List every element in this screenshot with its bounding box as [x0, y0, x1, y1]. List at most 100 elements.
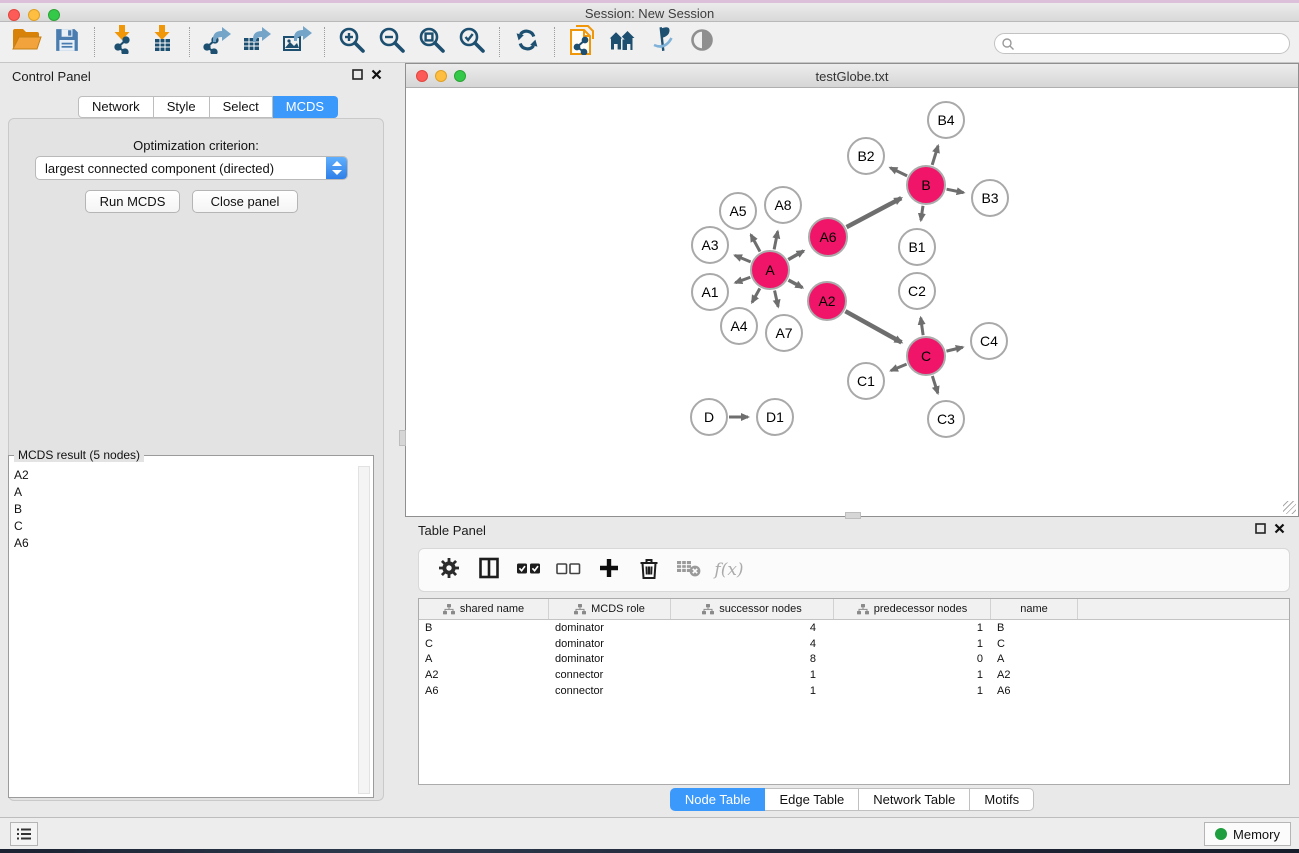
- graph-node-A2[interactable]: A2: [807, 281, 847, 321]
- cell[interactable]: A: [991, 653, 1078, 665]
- close-table-panel-icon[interactable]: [1274, 523, 1285, 534]
- columns-button[interactable]: [471, 553, 507, 587]
- graph-node-B4[interactable]: B4: [927, 101, 965, 139]
- mcds-result-item[interactable]: A: [10, 483, 354, 500]
- task-history-button[interactable]: [10, 822, 38, 846]
- zoom-selected-button[interactable]: [452, 25, 492, 59]
- mcds-result-item[interactable]: C: [10, 517, 354, 534]
- export-image-button[interactable]: [277, 25, 317, 59]
- network-window-titlebar[interactable]: testGlobe.txt: [406, 64, 1298, 88]
- window-resize-grip[interactable]: [1283, 501, 1296, 514]
- graph-node-C2[interactable]: C2: [898, 272, 936, 310]
- cell[interactable]: A2: [991, 669, 1078, 681]
- cell[interactable]: dominator: [549, 638, 671, 650]
- delete-button[interactable]: [631, 553, 667, 587]
- graph-node-B[interactable]: B: [906, 165, 946, 205]
- graph-node-C4[interactable]: C4: [970, 322, 1008, 360]
- graph-node-A8[interactable]: A8: [764, 186, 802, 224]
- cell[interactable]: 8: [671, 653, 834, 665]
- cell[interactable]: 1: [834, 622, 991, 634]
- graph-node-A6[interactable]: A6: [808, 217, 848, 257]
- search-input[interactable]: [1015, 35, 1289, 52]
- graph-node-D1[interactable]: D1: [756, 398, 794, 436]
- deselect-all-button[interactable]: [551, 553, 587, 587]
- graph-node-C[interactable]: C: [906, 336, 946, 376]
- cell[interactable]: 1: [834, 669, 991, 681]
- column-header-successor-nodes[interactable]: successor nodes: [671, 599, 834, 619]
- edge-A-A1[interactable]: [735, 277, 750, 282]
- search-box[interactable]: [994, 33, 1290, 54]
- network-canvas[interactable]: B4B2BB3A8A5A6A3B1AA1C2A2A4A7C4CC1C3DD1: [406, 88, 1298, 516]
- export-table-button[interactable]: [237, 25, 277, 59]
- cell[interactable]: A6: [991, 685, 1078, 697]
- node-table[interactable]: shared nameMCDS rolesuccessor nodesprede…: [418, 598, 1290, 785]
- mcds-result-item[interactable]: B: [10, 500, 354, 517]
- cell[interactable]: A6: [419, 685, 549, 697]
- graph-node-B1[interactable]: B1: [898, 228, 936, 266]
- edge-B-B3[interactable]: [947, 189, 964, 192]
- edge-A-A2[interactable]: [788, 280, 802, 288]
- tab-edge-table[interactable]: Edge Table: [765, 788, 859, 811]
- edge-A-A6[interactable]: [788, 251, 803, 260]
- graph-node-A[interactable]: A: [750, 250, 790, 290]
- edge-A-A8[interactable]: [774, 231, 778, 249]
- table-row[interactable]: A2connector11A2: [419, 667, 1289, 683]
- mcds-result-scrollbar[interactable]: [358, 466, 370, 794]
- cell[interactable]: connector: [549, 669, 671, 681]
- eye-button[interactable]: [682, 25, 722, 59]
- graph-node-A1[interactable]: A1: [691, 273, 729, 311]
- graph-node-B3[interactable]: B3: [971, 179, 1009, 217]
- graph-node-C3[interactable]: C3: [927, 400, 965, 438]
- refresh-button[interactable]: [507, 25, 547, 59]
- function-button[interactable]: f(x): [711, 553, 747, 587]
- graph-node-A7[interactable]: A7: [765, 314, 803, 352]
- cell[interactable]: 0: [834, 653, 991, 665]
- edge-C-C2[interactable]: [921, 318, 923, 335]
- cell[interactable]: C: [419, 638, 549, 650]
- settings-button[interactable]: [431, 553, 467, 587]
- tab-node-table[interactable]: Node Table: [670, 788, 766, 811]
- memory-button[interactable]: Memory: [1204, 822, 1291, 846]
- graph-node-A3[interactable]: A3: [691, 226, 729, 264]
- cell[interactable]: dominator: [549, 653, 671, 665]
- tab-select[interactable]: Select: [210, 96, 273, 118]
- cell[interactable]: A: [419, 653, 549, 665]
- edge-C-C3[interactable]: [932, 376, 937, 393]
- table-row[interactable]: Cdominator41C: [419, 636, 1289, 652]
- import-table-button[interactable]: [142, 25, 182, 59]
- tab-network-table[interactable]: Network Table: [859, 788, 970, 811]
- run-mcds-button[interactable]: Run MCDS: [85, 190, 180, 213]
- export-network-button[interactable]: [197, 25, 237, 59]
- delete-table-button[interactable]: [671, 553, 707, 587]
- cell[interactable]: 1: [834, 638, 991, 650]
- edge-A2-C[interactable]: [845, 311, 901, 342]
- tab-mcds[interactable]: MCDS: [273, 96, 338, 118]
- graph-node-A5[interactable]: A5: [719, 192, 757, 230]
- edge-A-A5[interactable]: [751, 235, 760, 252]
- table-row[interactable]: Adominator80A: [419, 652, 1289, 668]
- float-panel-icon[interactable]: [352, 69, 363, 80]
- cell[interactable]: B: [419, 622, 549, 634]
- edge-C-C1[interactable]: [891, 364, 907, 371]
- edge-B-B4[interactable]: [932, 146, 938, 165]
- cell[interactable]: dominator: [549, 622, 671, 634]
- table-row[interactable]: A6connector11A6: [419, 683, 1289, 699]
- edge-B-B1[interactable]: [921, 206, 923, 220]
- float-table-panel-icon[interactable]: [1255, 523, 1266, 534]
- edge-A6-B[interactable]: [847, 198, 902, 227]
- edge-A-A3[interactable]: [735, 255, 751, 262]
- edge-A-A4[interactable]: [752, 288, 760, 302]
- tab-network[interactable]: Network: [78, 96, 154, 118]
- open-session-button[interactable]: [7, 25, 47, 59]
- cell[interactable]: A2: [419, 669, 549, 681]
- mcds-result-list[interactable]: A2ABCA6: [10, 466, 354, 796]
- cell[interactable]: 1: [671, 685, 834, 697]
- mcds-result-item[interactable]: A2: [10, 466, 354, 483]
- mcds-result-item[interactable]: A6: [10, 534, 354, 551]
- cell[interactable]: 1: [834, 685, 991, 697]
- graphics-details-button[interactable]: [642, 25, 682, 59]
- home-button[interactable]: [602, 25, 642, 59]
- optimization-criterion-select[interactable]: largest connected component (directed): [35, 156, 348, 180]
- cell[interactable]: connector: [549, 685, 671, 697]
- column-header-MCDS-role[interactable]: MCDS role: [549, 599, 671, 619]
